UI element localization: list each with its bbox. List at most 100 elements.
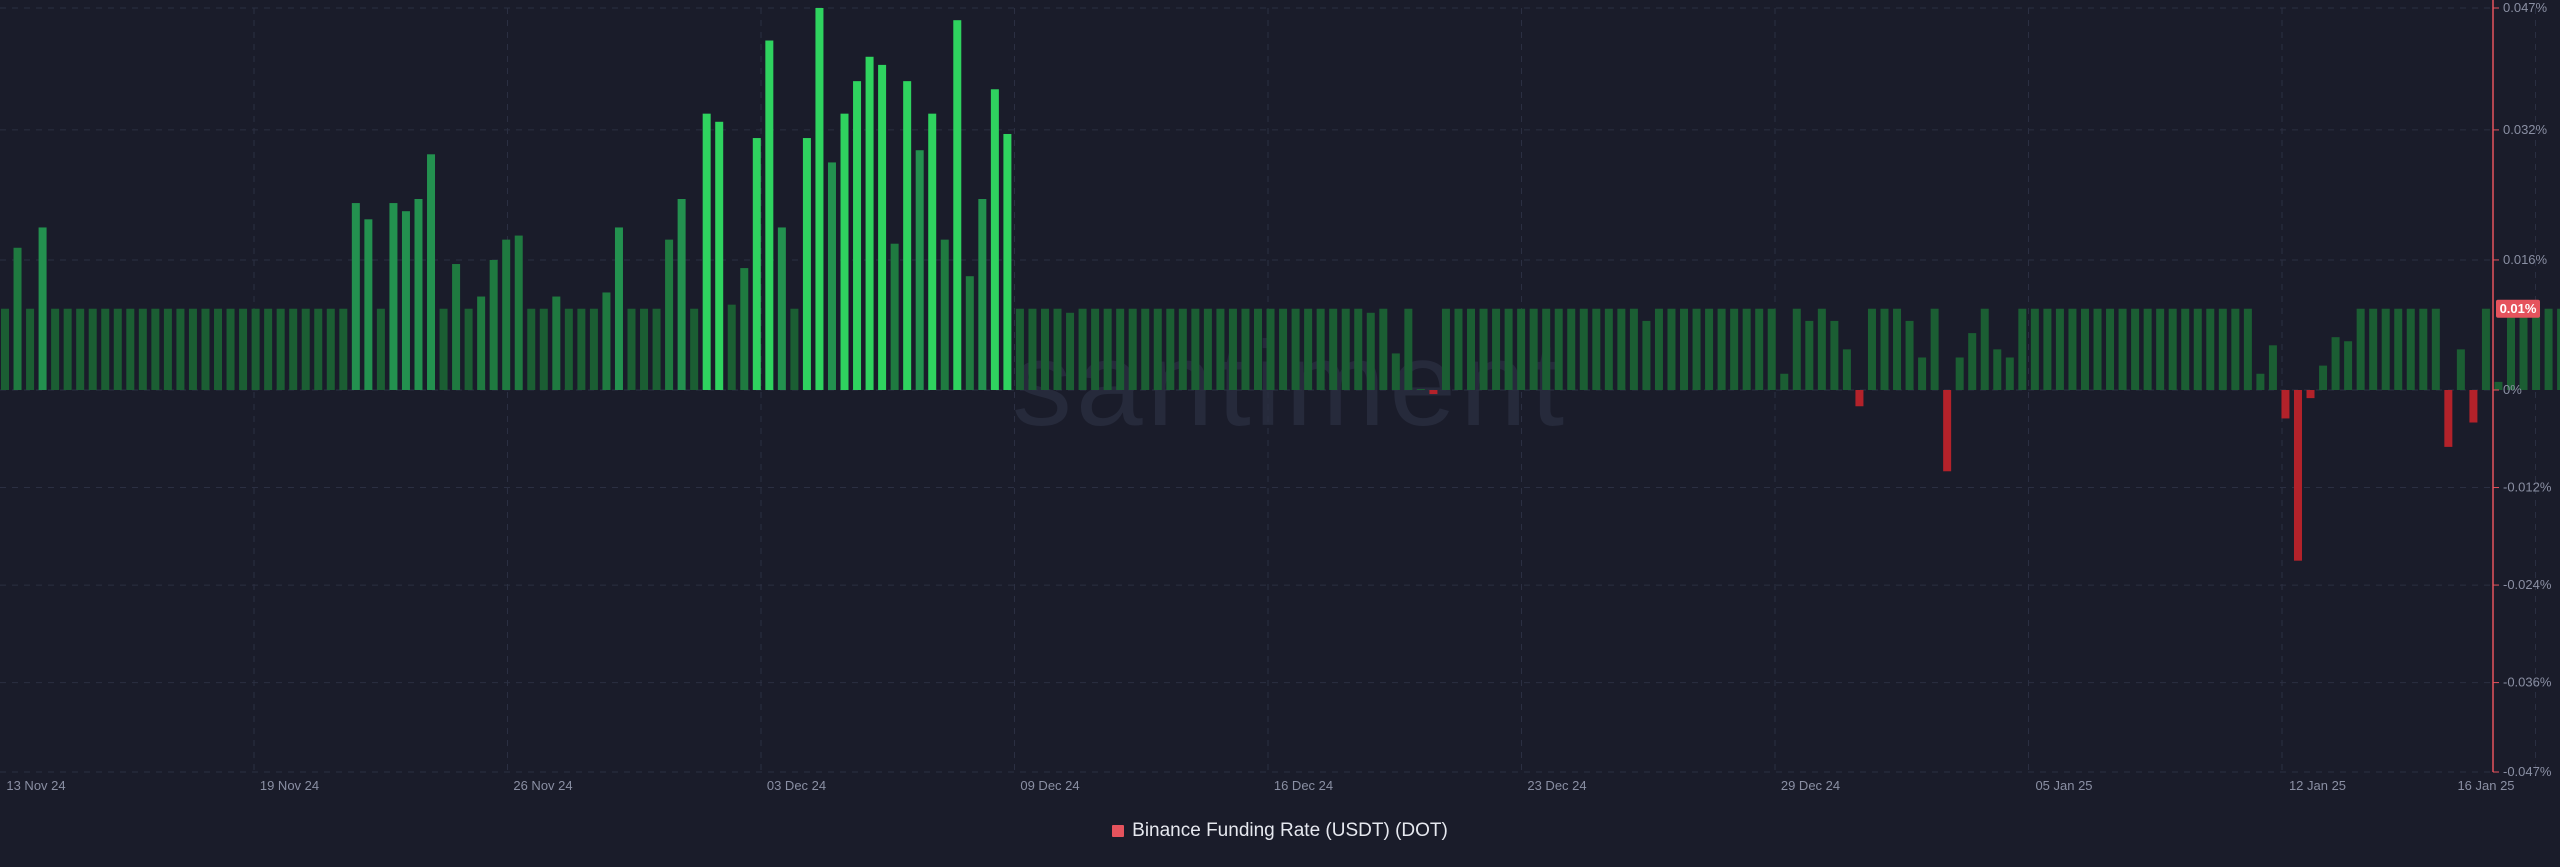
bar[interactable] bbox=[1291, 308, 1300, 390]
bar[interactable] bbox=[2419, 308, 2428, 390]
bar[interactable] bbox=[1354, 308, 1363, 390]
bar[interactable] bbox=[727, 304, 736, 390]
bar[interactable] bbox=[1893, 308, 1902, 390]
bar[interactable] bbox=[314, 308, 323, 390]
bar[interactable] bbox=[1416, 389, 1425, 390]
bar[interactable] bbox=[2055, 308, 2064, 390]
bar[interactable] bbox=[163, 308, 172, 390]
bar[interactable] bbox=[1980, 308, 1989, 390]
bar[interactable] bbox=[1467, 308, 1476, 390]
bar[interactable] bbox=[251, 308, 260, 390]
bar[interactable] bbox=[88, 308, 97, 390]
bar[interactable] bbox=[414, 199, 423, 390]
bar[interactable] bbox=[2544, 308, 2553, 390]
bar[interactable] bbox=[1717, 308, 1726, 390]
bar[interactable] bbox=[1567, 308, 1576, 390]
bar[interactable] bbox=[101, 308, 110, 390]
bar[interactable] bbox=[1091, 308, 1100, 390]
bar[interactable] bbox=[552, 296, 561, 390]
bar[interactable] bbox=[827, 162, 836, 390]
bar[interactable] bbox=[1792, 308, 1801, 390]
bar[interactable] bbox=[1329, 308, 1338, 390]
bar[interactable] bbox=[2193, 308, 2202, 390]
bar[interactable] bbox=[1015, 308, 1024, 390]
bar[interactable] bbox=[264, 308, 273, 390]
bar[interactable] bbox=[1529, 308, 1538, 390]
bar[interactable] bbox=[1730, 308, 1739, 390]
bar[interactable] bbox=[1153, 308, 1162, 390]
bar[interactable] bbox=[1228, 308, 1237, 390]
bar[interactable] bbox=[815, 8, 824, 390]
bar[interactable] bbox=[1554, 308, 1563, 390]
bar[interactable] bbox=[677, 199, 686, 390]
bar[interactable] bbox=[539, 308, 548, 390]
bar[interactable] bbox=[2369, 308, 2378, 390]
bar[interactable] bbox=[1542, 308, 1551, 390]
bar[interactable] bbox=[427, 154, 436, 390]
bar[interactable] bbox=[1517, 308, 1526, 390]
bar[interactable] bbox=[1279, 308, 1288, 390]
bar[interactable] bbox=[439, 308, 448, 390]
bar[interactable] bbox=[1955, 357, 1964, 390]
bar[interactable] bbox=[1629, 308, 1638, 390]
bar[interactable] bbox=[853, 81, 862, 391]
bar[interactable] bbox=[1404, 308, 1413, 390]
bar[interactable] bbox=[1918, 357, 1927, 390]
bar[interactable] bbox=[289, 308, 298, 390]
bar[interactable] bbox=[1993, 349, 2002, 390]
bar[interactable] bbox=[276, 308, 285, 390]
bar[interactable] bbox=[1830, 320, 1839, 390]
bar[interactable] bbox=[1504, 308, 1513, 390]
bar[interactable] bbox=[2206, 308, 2215, 390]
bar[interactable] bbox=[627, 308, 636, 390]
bar[interactable] bbox=[1053, 308, 1062, 390]
bar[interactable] bbox=[239, 308, 248, 390]
bar[interactable] bbox=[2532, 308, 2541, 390]
bar[interactable] bbox=[1880, 308, 1889, 390]
bar[interactable] bbox=[51, 308, 60, 390]
bar[interactable] bbox=[201, 308, 210, 390]
bar[interactable] bbox=[1241, 308, 1250, 390]
bar[interactable] bbox=[1454, 308, 1463, 390]
bar[interactable] bbox=[1604, 308, 1613, 390]
bar[interactable] bbox=[1028, 308, 1037, 390]
bar[interactable] bbox=[840, 113, 849, 390]
bar[interactable] bbox=[1755, 308, 1764, 390]
bar[interactable] bbox=[401, 211, 410, 390]
bar[interactable] bbox=[740, 268, 749, 390]
bar[interactable] bbox=[802, 138, 811, 390]
bar[interactable] bbox=[113, 308, 122, 390]
bar[interactable] bbox=[903, 81, 912, 391]
bar[interactable] bbox=[1780, 373, 1789, 390]
bar[interactable] bbox=[1178, 308, 1187, 390]
bar[interactable] bbox=[389, 203, 398, 390]
legend-item[interactable]: Binance Funding Rate (USDT) (DOT) bbox=[1112, 820, 1448, 842]
bar[interactable] bbox=[2068, 308, 2077, 390]
bar[interactable] bbox=[1943, 390, 1952, 472]
bar[interactable] bbox=[2469, 390, 2478, 423]
bar[interactable] bbox=[1930, 308, 1939, 390]
bar[interactable] bbox=[928, 113, 937, 390]
bar[interactable] bbox=[2306, 390, 2315, 399]
bar[interactable] bbox=[63, 308, 72, 390]
bar[interactable] bbox=[1579, 308, 1588, 390]
bar[interactable] bbox=[715, 121, 724, 390]
bar[interactable] bbox=[151, 308, 160, 390]
bar[interactable] bbox=[1968, 333, 1977, 390]
bar[interactable] bbox=[953, 20, 962, 390]
bar[interactable] bbox=[1617, 308, 1626, 390]
bar[interactable] bbox=[1, 308, 9, 390]
bar[interactable] bbox=[614, 227, 623, 390]
bar[interactable] bbox=[2168, 308, 2177, 390]
bar[interactable] bbox=[1654, 308, 1663, 390]
bar[interactable] bbox=[652, 308, 661, 390]
bar[interactable] bbox=[990, 89, 999, 390]
bar[interactable] bbox=[564, 308, 573, 390]
bar[interactable] bbox=[665, 239, 674, 390]
bar[interactable] bbox=[477, 296, 486, 390]
bar[interactable] bbox=[2268, 345, 2277, 390]
bar[interactable] bbox=[226, 308, 235, 390]
bar[interactable] bbox=[1366, 312, 1375, 390]
bar[interactable] bbox=[1040, 308, 1049, 390]
bar[interactable] bbox=[1742, 308, 1751, 390]
